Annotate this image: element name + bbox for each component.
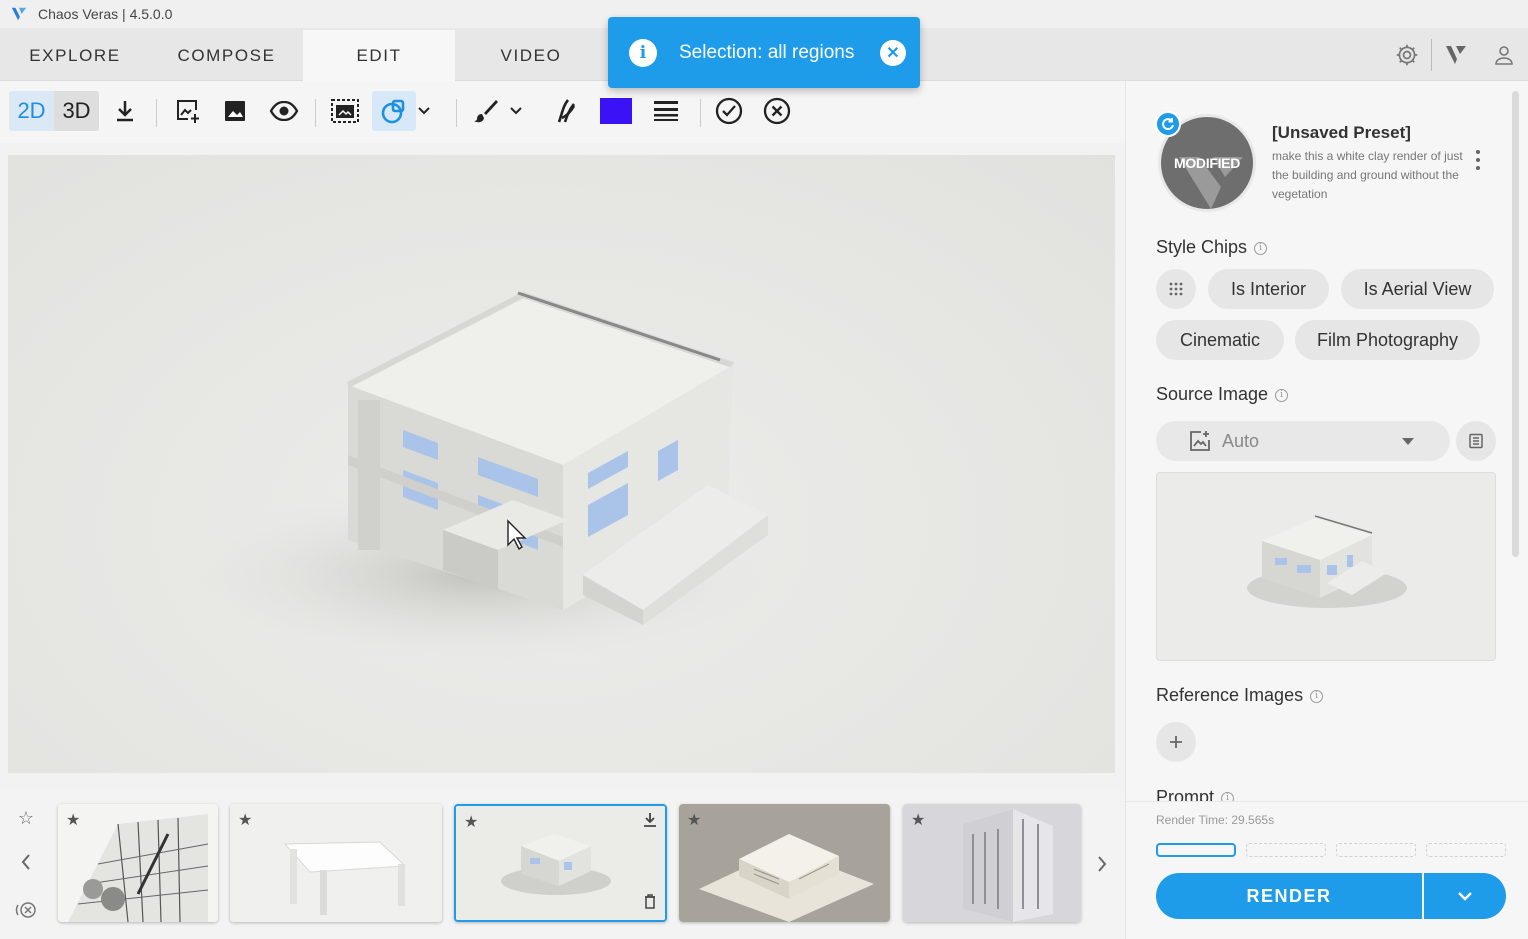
settings-icon[interactable] <box>1383 28 1431 81</box>
list-icon[interactable] <box>1456 421 1496 461</box>
toolbar-divider <box>156 99 157 127</box>
panel-scrollbar[interactable] <box>1512 91 1519 557</box>
render-slot[interactable] <box>1336 843 1416 857</box>
select-region-icon[interactable] <box>328 91 362 131</box>
reject-icon[interactable] <box>761 91 793 131</box>
tab-video[interactable]: VIDEO <box>455 30 607 81</box>
image-canvas[interactable] <box>8 155 1115 773</box>
line-weight-icon[interactable] <box>652 91 680 131</box>
style-chips-text: Style Chips <box>1156 237 1248 257</box>
accept-icon[interactable] <box>713 91 745 131</box>
source-image-text: Source Image <box>1156 384 1269 404</box>
brush-icon[interactable] <box>470 91 502 131</box>
render-slot[interactable] <box>1246 843 1326 857</box>
chevron-right-icon[interactable] <box>1090 852 1114 876</box>
white-clay-building-render <box>178 291 778 665</box>
chevron-down-icon[interactable] <box>508 91 524 131</box>
add-reference-button[interactable] <box>1156 722 1196 762</box>
toast-message: Selection: all regions <box>679 41 855 63</box>
info-icon: i <box>629 38 657 67</box>
info-icon[interactable]: i <box>1275 389 1289 402</box>
render-options-button[interactable] <box>1424 873 1506 919</box>
chevron-down-icon <box>1458 892 1472 901</box>
tab-explore[interactable]: EXPLORE <box>0 30 150 81</box>
add-image-icon[interactable] <box>172 91 204 131</box>
image-icon[interactable] <box>220 91 250 131</box>
render-footer: Render Time: 29.565s RENDER <box>1126 801 1528 939</box>
thumbnail-item[interactable]: ★ <box>903 804 1081 922</box>
thumbnail-image <box>230 804 442 922</box>
shape-select-icon[interactable] <box>372 91 416 131</box>
chevron-down-icon[interactable] <box>416 91 432 131</box>
mode-3d-button[interactable]: 3D <box>54 91 99 131</box>
info-icon[interactable]: i <box>1254 242 1268 255</box>
chip-film-photography[interactable]: Film Photography <box>1295 320 1480 360</box>
mode-2d-button[interactable]: 2D <box>9 91 54 131</box>
source-image-preview[interactable] <box>1156 472 1496 661</box>
star-icon[interactable]: ★ <box>911 810 931 830</box>
download-icon[interactable] <box>643 812 657 833</box>
edit-toolbar: 2D 3D <box>0 81 1125 143</box>
user-icon[interactable] <box>1480 28 1528 81</box>
source-image-label: Source Image i <box>1156 384 1289 405</box>
app-title: Chaos Veras | 4.5.0.0 <box>38 6 173 22</box>
refresh-icon[interactable] <box>1155 111 1181 137</box>
thumbnail-image <box>456 806 665 920</box>
source-image-thumbnail <box>1247 515 1407 608</box>
toolbar-divider <box>700 99 701 127</box>
close-icon[interactable]: ✕ <box>880 39 906 66</box>
veras-logo-icon[interactable] <box>1432 28 1480 81</box>
color-swatch[interactable] <box>600 91 632 131</box>
render-slot[interactable] <box>1156 843 1236 857</box>
thumbnail-strip: ☆ ★ ★ ★ ★ ★ <box>0 790 1125 939</box>
modified-badge: MODIFIED <box>1173 155 1241 171</box>
thumbnail-item[interactable]: ★ <box>58 804 218 922</box>
settings-panel: MODIFIED [Unsaved Preset] make this a wh… <box>1125 81 1528 939</box>
source-image-select[interactable]: Auto <box>1156 421 1450 461</box>
favorites-star-icon[interactable]: ☆ <box>14 806 38 830</box>
reference-images-text: Reference Images <box>1156 685 1304 705</box>
dropdown-caret-icon <box>1402 438 1414 445</box>
tab-edit[interactable]: EDIT <box>303 30 455 81</box>
reference-images-label: Reference Images i <box>1156 685 1324 706</box>
preset-title: [Unsaved Preset] <box>1272 123 1411 142</box>
eye-icon[interactable] <box>266 91 302 131</box>
thumbnail-item[interactable]: ★ <box>230 804 442 922</box>
thumbnail-image <box>679 804 890 922</box>
render-button[interactable]: RENDER <box>1156 873 1422 919</box>
toolbar-divider <box>456 99 457 127</box>
chevron-left-icon[interactable] <box>14 850 38 874</box>
star-icon[interactable]: ★ <box>464 812 484 832</box>
chip-is-aerial-view[interactable]: Is Aerial View <box>1341 269 1494 309</box>
render-time: Render Time: 29.565s <box>1156 813 1275 827</box>
chip-cinematic[interactable]: Cinematic <box>1156 320 1284 360</box>
thumbnail-item[interactable]: ★ <box>679 804 890 922</box>
preset-description: make this a white clay render of just th… <box>1272 149 1463 201</box>
feather-icon[interactable] <box>550 91 582 131</box>
star-icon[interactable]: ★ <box>687 810 707 830</box>
source-image-value: Auto <box>1222 430 1260 451</box>
star-icon[interactable]: ★ <box>238 810 258 830</box>
chip-is-interior[interactable]: Is Interior <box>1208 269 1329 309</box>
tab-compose[interactable]: COMPOSE <box>150 30 303 81</box>
auto-image-icon <box>1190 431 1210 451</box>
download-icon[interactable] <box>110 91 140 131</box>
grid-icon[interactable] <box>1156 269 1196 309</box>
veras-logo-icon <box>11 7 27 21</box>
star-icon[interactable]: ★ <box>66 810 86 830</box>
info-icon[interactable]: i <box>1310 690 1324 703</box>
toolbar-divider <box>315 99 316 127</box>
trash-icon[interactable] <box>644 894 656 914</box>
thumbnail-item-selected[interactable]: ★ <box>454 804 667 922</box>
style-chips-label: Style Chips i <box>1156 237 1268 258</box>
render-slot[interactable] <box>1426 843 1506 857</box>
selection-toast: i Selection: all regions ✕ <box>608 17 920 88</box>
clear-filter-icon[interactable] <box>14 898 38 922</box>
more-options-icon[interactable] <box>1470 147 1486 173</box>
